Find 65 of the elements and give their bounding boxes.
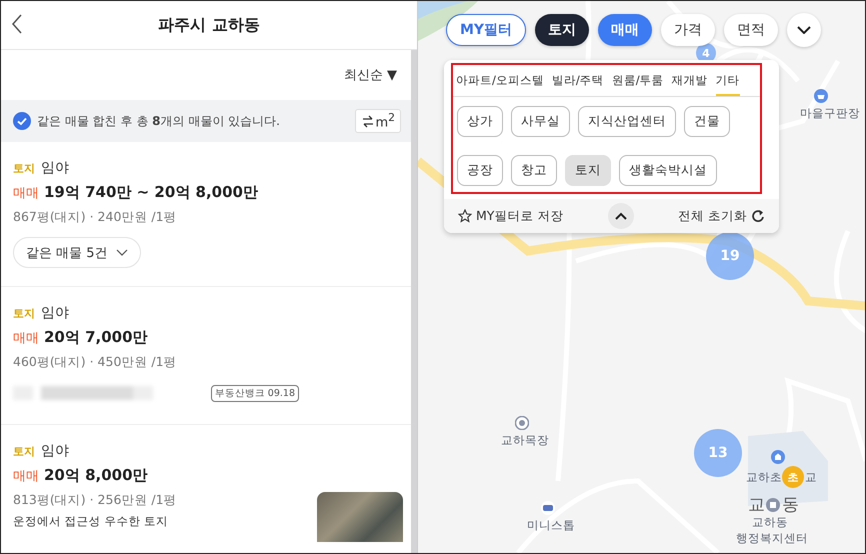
school-icon: [771, 450, 785, 464]
unit-toggle-button[interactable]: m$^{2}$: [355, 109, 401, 133]
sort-dropdown[interactable]: 최신순 ▼: [344, 66, 397, 84]
deal-type: 매매: [13, 185, 39, 202]
filter-chip[interactable]: 매매: [598, 14, 652, 46]
place-label: 교하목장: [501, 433, 549, 448]
place-label: 마을구판장: [800, 106, 860, 121]
checkbox-icon[interactable]: [13, 112, 31, 130]
type-option[interactable]: 생활숙박시설: [619, 155, 717, 186]
type-option[interactable]: 상가: [457, 106, 503, 137]
land-type: 임야: [41, 304, 69, 322]
category-tab[interactable]: 아파트/오피스텔: [456, 73, 544, 96]
land-type: 임야: [41, 442, 69, 460]
type-option[interactable]: 건물: [684, 106, 730, 137]
category-label: 토지: [13, 306, 35, 321]
notice-text: 같은 매물 합친 후 총 8개의 매물이 있습니다.: [37, 112, 281, 130]
type-option[interactable]: 토지: [565, 155, 611, 186]
chevron-up-icon: [614, 212, 627, 220]
target-icon: [515, 416, 529, 430]
chevron-down-icon: [797, 26, 812, 34]
filter-chip[interactable]: MY필터: [446, 14, 526, 46]
type-option[interactable]: 공장: [457, 155, 503, 186]
type-option[interactable]: 창고: [511, 155, 557, 186]
filter-chip[interactable]: 가격: [661, 14, 716, 46]
place-label: 교하동: [752, 515, 788, 530]
category-tab[interactable]: 재개발: [672, 73, 708, 96]
type-option[interactable]: 사무실: [511, 106, 570, 137]
back-chevron-icon: [11, 13, 23, 35]
price: 19억 740만 ~ 20억 8,000만: [44, 183, 258, 202]
page-title: 파주시 교하동: [158, 14, 260, 36]
star-icon: [458, 209, 472, 223]
expand-button[interactable]: [787, 13, 822, 47]
land-type: 임야: [41, 159, 69, 177]
category-label: 토지: [13, 161, 35, 176]
price: 20억 8,000만: [44, 466, 148, 485]
swap-arrows-icon: [361, 114, 374, 128]
filter-chip[interactable]: 면적: [724, 14, 778, 46]
type-option[interactable]: 지식산업센터: [578, 106, 676, 137]
same-listings-button[interactable]: 같은 매물 5건: [13, 237, 141, 268]
source-tag: 부동산뱅크 09.18: [210, 384, 299, 402]
district-label: 동: [782, 494, 799, 516]
area-info: 867평(대지) · 240만원 /1평: [13, 209, 178, 226]
category-label: 토지: [13, 444, 35, 459]
refresh-icon: [750, 209, 765, 223]
place-label: 교하초: [746, 470, 782, 485]
category-tab[interactable]: 빌라/주택: [552, 73, 604, 96]
place-label: 미니스톱: [527, 518, 575, 533]
place-label: 교: [805, 470, 817, 485]
district-label: 교: [748, 494, 765, 516]
category-tab[interactable]: 기타: [716, 73, 740, 96]
filter-chip[interactable]: 토지: [535, 14, 590, 46]
category-tab[interactable]: 원룸/투룸: [612, 73, 664, 96]
price: 20억 7,000만: [44, 328, 148, 347]
place-label: 행정복지센터: [736, 531, 808, 546]
deal-type: 매매: [13, 468, 39, 485]
area-info: 460평(대지) · 450만원 /1평: [13, 354, 178, 371]
save-filter-button[interactable]: MY필터로 저장: [458, 208, 564, 224]
office-icon: [766, 498, 780, 512]
basket-icon: [814, 89, 828, 103]
chevron-down-icon: [116, 249, 128, 256]
area-info: 813평(대지) · 256만원 /1평: [13, 492, 178, 509]
deal-type: 매매: [13, 330, 39, 347]
collapse-button[interactable]: [608, 203, 634, 229]
reset-button[interactable]: 전체 초기화: [678, 208, 765, 224]
listing-description: 운정에서 접근성 우수한 토지: [13, 514, 169, 529]
